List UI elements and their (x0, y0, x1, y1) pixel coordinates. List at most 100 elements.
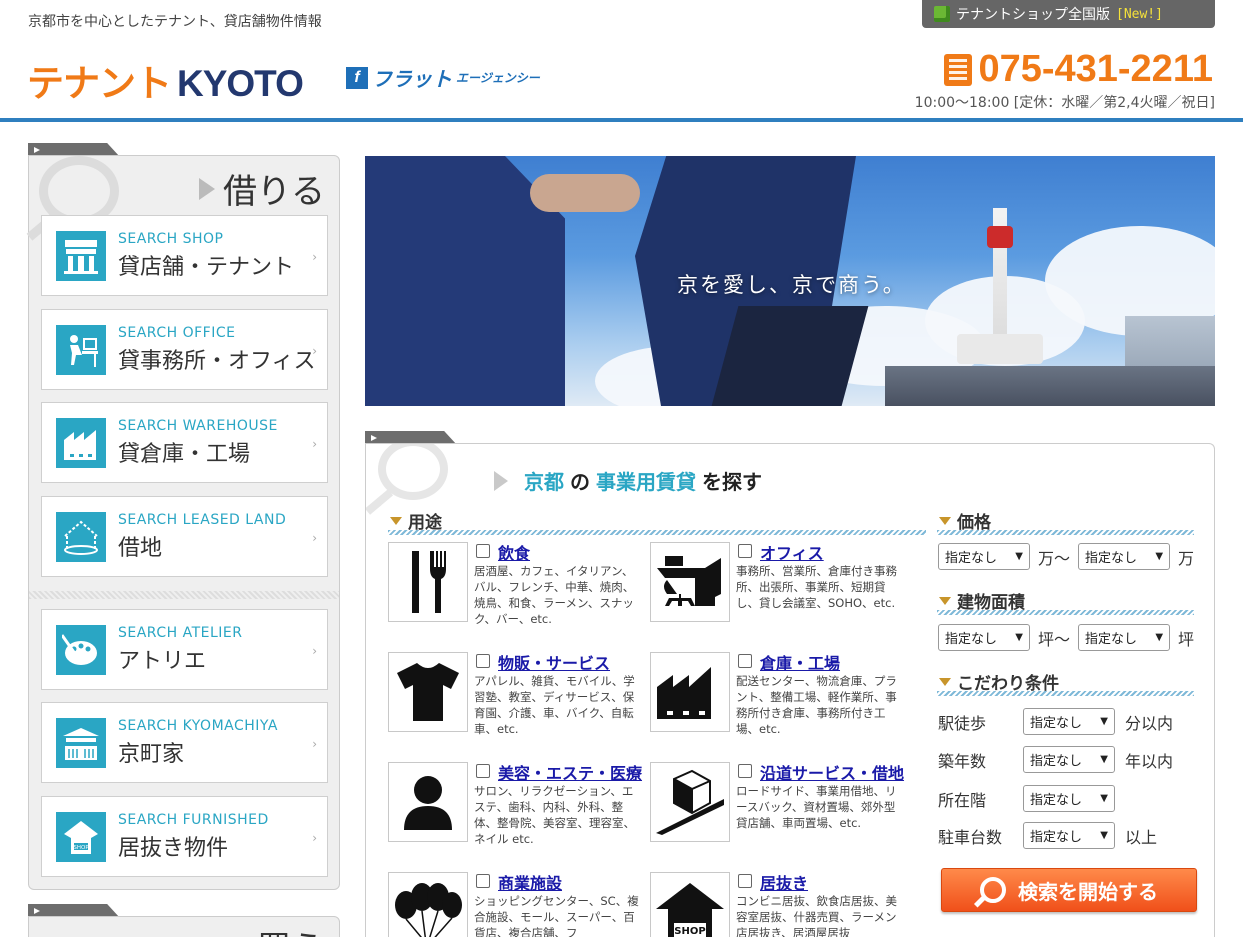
use-checkbox-warehouse[interactable] (738, 654, 752, 668)
search-panel: 京都 の 事業用賃貸 を探す 用途 飲食 居酒屋、カフェ、イタリアン、バル、フレ… (365, 443, 1215, 937)
use-checkbox-beauty[interactable] (476, 764, 490, 778)
use-checkbox-food[interactable] (476, 544, 490, 558)
svg-text:SHOP: SHOP (674, 926, 705, 937)
sidebar-item-en: SEARCH FURNISHED (118, 811, 269, 828)
sidebar-item-office[interactable]: SEARCH OFFICE 貸事務所・オフィス › (41, 309, 328, 390)
price-row: 指定なし ▼ 万〜 指定なし ▼ 万 (938, 543, 1194, 570)
area-unit-from: 坪〜 (1038, 629, 1071, 649)
person-icon (388, 762, 468, 842)
sidebar-item-en: SEARCH WAREHOUSE (118, 417, 278, 434)
area-max-select[interactable]: 指定なし ▼ (1078, 624, 1171, 651)
use-link-food[interactable]: 飲食 (498, 540, 530, 564)
partner-logo-subtext: エージェンシー (456, 71, 540, 85)
page: 京都市を中心としたテナント、貸店舗物件情報 テナントショップ全国版 [New!]… (0, 0, 1243, 937)
use-link-furnished[interactable]: 居抜き (760, 870, 808, 894)
chevron-down-icon: ▼ (1100, 793, 1108, 804)
use-link-commercial[interactable]: 商業施設 (498, 870, 562, 894)
start-search-button[interactable]: 検索を開始する (941, 868, 1197, 912)
sidebar-item-en: SEARCH KYOMACHIYA (118, 717, 278, 734)
use-checkbox-furnished[interactable] (738, 874, 752, 888)
furnished-shop-icon: SHOP (56, 811, 106, 862)
use-checkbox-commercial[interactable] (476, 874, 490, 888)
partner-logo-text: フラット (372, 69, 452, 91)
use-item-roadside: 沿道サービス・借地 ロードサイド、事業用借地、リースバック、資材置場、郊外型貸店… (650, 762, 906, 854)
phone-number[interactable]: 075-431-2211 (944, 48, 1213, 91)
desk-icon (650, 542, 730, 622)
sidebar-item-jp: 京町家 (118, 741, 185, 767)
floor-select[interactable]: 指定なし ▼ (1023, 785, 1115, 812)
shop-icon (56, 230, 106, 281)
price-min-select[interactable]: 指定なし ▼ (938, 543, 1030, 570)
sidebar-buy: 買う (28, 916, 340, 937)
sidebar-item-jp: 貸店舗・テナント (118, 254, 295, 280)
use-item-furnished: SHOP 居抜き コンビニ居抜、飲食店居抜、美容室居抜、什器売買、ラーメン店居抜… (650, 872, 906, 937)
handshake-shape (530, 174, 640, 212)
start-search-label: 検索を開始する (1018, 879, 1158, 904)
balloons-icon (388, 872, 468, 937)
use-link-beauty[interactable]: 美容・エステ・医療 (498, 760, 642, 784)
use-link-warehouse[interactable]: 倉庫・工場 (760, 650, 840, 674)
condition-label: 駅徒歩 (938, 713, 987, 733)
station-walk-value: 指定なし (1030, 716, 1083, 731)
partner-logo: f フラット エージェンシー (346, 63, 540, 92)
use-link-roadside[interactable]: 沿道サービス・借地 (760, 760, 904, 784)
use-checkbox-office[interactable] (738, 544, 752, 558)
use-checkbox-retail[interactable] (476, 654, 490, 668)
fork-knife-icon (388, 542, 468, 622)
nationwide-site-link[interactable]: テナントショップ全国版 [New!] (922, 0, 1215, 28)
factory-icon (56, 417, 106, 468)
use-checkbox-roadside[interactable] (738, 764, 752, 778)
shop-house-icon: SHOP (650, 872, 730, 937)
sidebar-item-leased-land[interactable]: SEARCH LEASED LAND 借地 › (41, 496, 328, 577)
building-age-select[interactable]: 指定なし ▼ (1023, 746, 1115, 773)
site-tagline: 京都市を中心としたテナント、貸店舗物件情報 (28, 14, 322, 30)
conditions-heading-underline (937, 691, 1194, 696)
sidebar-item-warehouse[interactable]: SEARCH WAREHOUSE 貸倉庫・工場 › (41, 402, 328, 483)
chevron-down-icon: ▼ (1155, 632, 1164, 643)
sidebar-item-jp: 居抜き物件 (118, 835, 229, 861)
price-max-select[interactable]: 指定なし ▼ (1078, 543, 1171, 570)
parking-select[interactable]: 指定なし ▼ (1023, 822, 1115, 849)
sidebar-item-shop[interactable]: SEARCH SHOP 貸店舗・テナント › (41, 215, 328, 296)
area-unit-to: 坪 (1178, 629, 1195, 649)
station-walk-select[interactable]: 指定なし ▼ (1023, 708, 1115, 735)
price-min-value: 指定なし (945, 551, 998, 566)
area-row: 指定なし ▼ 坪〜 指定なし ▼ 坪 (938, 624, 1194, 651)
title-search: を探す (702, 470, 762, 494)
chevron-right-icon: › (312, 437, 317, 451)
triangle-down-icon (390, 516, 402, 525)
condition-row-station: 駅徒歩 指定なし ▼ 分以内 (938, 708, 1173, 735)
sidebar-item-atelier[interactable]: SEARCH ATELIER アトリエ › (41, 609, 328, 690)
sidebar-item-kyomachiya[interactable]: SEARCH KYOMACHIYA 京町家 › (41, 702, 328, 783)
site-logo[interactable]: テナント KYOTO (27, 53, 304, 107)
use-desc-commercial: ショッピングセンター、SC、複合施設、モール、スーパー、百貨店、複合店舗、フ (474, 894, 639, 937)
price-heading-underline (937, 530, 1194, 535)
condition-label: 駐車台数 (938, 827, 1003, 847)
chevron-right-icon: › (312, 344, 317, 358)
sidebar-title: 借りる (199, 164, 325, 213)
chevron-down-icon: ▼ (1100, 830, 1108, 841)
area-min-value: 指定なし (945, 632, 998, 647)
phone-number-text: 075-431-2211 (978, 48, 1213, 90)
use-desc-furnished: コンビニ居抜、飲食店居抜、美容室居抜、什器売買、ラーメン店居抜き、居酒屋居抜 (736, 894, 897, 937)
triangle-down-icon (939, 596, 951, 605)
sidebar-buy-title: 買う (257, 921, 325, 937)
triangle-icon (199, 177, 215, 200)
sidebar-item-jp: 借地 (118, 535, 163, 561)
hero-caption: 京を愛し、京で商う。 (677, 273, 906, 297)
sidebar-item-jp: アトリエ (118, 648, 207, 674)
area-min-select[interactable]: 指定なし ▼ (938, 624, 1030, 651)
chevron-down-icon: ▼ (1015, 632, 1023, 643)
use-link-retail[interactable]: 物販・サービス (498, 650, 610, 674)
area-max-value: 指定なし (1085, 632, 1138, 647)
office-icon (56, 324, 106, 375)
sidebar-item-furnished[interactable]: SHOP SEARCH FURNISHED 居抜き物件 › (41, 796, 328, 877)
building-row-shape (885, 366, 1215, 406)
roadside-icon (650, 762, 730, 842)
chevron-right-icon: › (312, 831, 317, 845)
use-link-office[interactable]: オフィス (760, 540, 824, 564)
condition-row-floor: 所在階 指定なし ▼ (938, 785, 1115, 812)
cube-icon (934, 6, 950, 22)
use-item-retail: 物販・サービス アパレル、雑貨、モバイル、学習塾、教室、ディサービス、保育園、介… (388, 652, 644, 744)
use-item-commercial: 商業施設 ショッピングセンター、SC、複合施設、モール、スーパー、百貨店、複合店… (388, 872, 644, 937)
